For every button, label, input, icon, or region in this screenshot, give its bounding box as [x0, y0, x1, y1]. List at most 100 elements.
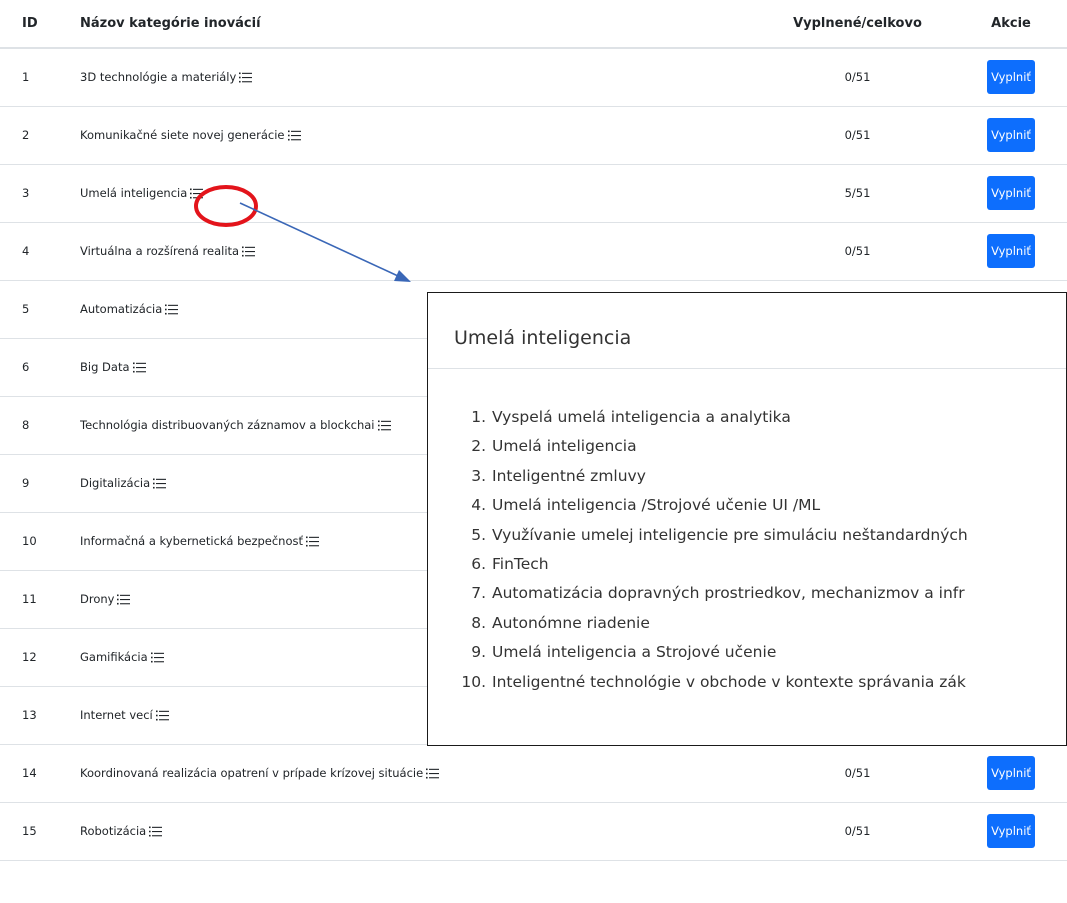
table-row: 1 3D technológie a materiály 0/51 Vyplniť: [0, 48, 1067, 107]
row-actions: Vyplniť: [955, 164, 1067, 223]
category-name-text: Komunikačné siete novej generácie: [80, 128, 285, 142]
header-actions: Akcie: [955, 0, 1067, 49]
row-category-name: Komunikačné siete novej generácie: [80, 106, 760, 165]
subcategory-number: 3.: [471, 466, 486, 485]
fill-button[interactable]: Vyplniť: [987, 814, 1035, 848]
subcategory-number: 4.: [471, 496, 486, 515]
list-icon[interactable]: [377, 420, 391, 431]
subcategory-item: 9. Umelá inteligencia a Strojové učenie: [428, 638, 968, 667]
header-id: ID: [0, 0, 80, 49]
list-icon[interactable]: [190, 188, 204, 199]
fill-button[interactable]: Vyplniť: [987, 60, 1035, 95]
row-category-name: 3D technológie a materiály: [80, 48, 760, 107]
category-name-text: Robotizácia: [80, 824, 147, 838]
category-name-text: Drony: [80, 592, 115, 606]
popup-title: Umelá inteligencia: [454, 327, 632, 349]
row-id: 14: [0, 744, 80, 803]
subcategory-item: 4. Umelá inteligencia /Strojové učenie UI…: [428, 491, 968, 520]
category-name-text: Digitalizácia: [80, 476, 151, 490]
fill-button[interactable]: Vyplniť: [987, 756, 1035, 790]
subcategory-text: Umelá inteligencia a Strojové učenie: [492, 643, 777, 662]
category-name-text: 3D technológie a materiály: [80, 70, 237, 85]
row-id: 3: [0, 164, 80, 223]
fill-button[interactable]: Vyplniť: [987, 234, 1035, 268]
list-icon[interactable]: [239, 72, 253, 83]
row-id: 1: [0, 48, 80, 107]
header-category-name: Názov kategórie inovácií: [80, 0, 760, 49]
row-filled-total: 0/51: [760, 106, 955, 165]
list-icon[interactable]: [306, 536, 319, 547]
row-filled-total: 5/51: [760, 164, 955, 223]
category-name-text: Technológia distribuovaných záznamov a b…: [80, 418, 375, 432]
subcategory-text: Využívanie umelej inteligencie pre simul…: [492, 525, 968, 544]
row-actions: Vyplniť: [955, 802, 1067, 861]
table-row: 15 Robotizácia 0/51 Vyplniť: [0, 802, 1067, 861]
subcategory-number: 8.: [471, 613, 486, 632]
list-icon[interactable]: [242, 246, 256, 257]
table-header-row: ID Názov kategórie inovácií Vyplnené/cel…: [0, 0, 1067, 49]
list-icon[interactable]: [132, 362, 146, 373]
list-icon[interactable]: [426, 768, 440, 779]
row-id: 9: [0, 454, 80, 513]
table-row: 4 Virtuálna a rozšírená realita 0/51 Vyplni…: [0, 222, 1067, 281]
category-name-text: Internet vecí: [80, 708, 153, 722]
row-actions: Vyplniť: [955, 48, 1067, 107]
row-actions: Vyplniť: [955, 106, 1067, 165]
row-id: 8: [0, 396, 80, 455]
subcategory-text: FinTech: [492, 554, 549, 573]
list-icon[interactable]: [153, 478, 167, 489]
category-name-text: Informačná a kybernetická bezpečnosť: [80, 534, 303, 548]
subcategory-item: 3. Inteligentné zmluvy: [428, 462, 968, 491]
subcategory-number: 6.: [471, 554, 486, 573]
row-id: 6: [0, 338, 80, 397]
row-category-name: Koordinovaná realizácia opatrení v prípa…: [80, 744, 760, 803]
list-icon[interactable]: [165, 304, 179, 315]
table-row: 3 Umelá inteligencia 5/51 Vyplniť: [0, 164, 1067, 223]
subcategory-text: Vyspelá umelá inteligencia a analytika: [492, 408, 791, 426]
category-name-text: Koordinovaná realizácia opatrení v prípa…: [80, 766, 424, 780]
subcategory-number: 2.: [471, 437, 486, 456]
popup-divider: [428, 368, 1066, 369]
row-filled-total: 0/51: [760, 802, 955, 861]
subcategory-list: 1. Vyspelá umelá inteligencia a analytika…: [428, 403, 968, 697]
row-id: 12: [0, 628, 80, 687]
subcategory-text: Automatizácia dopravných prostriedkov, m…: [492, 584, 965, 603]
subcategory-item: 6. FinTech: [428, 550, 968, 579]
fill-button[interactable]: Vyplniť: [987, 118, 1035, 152]
subcategory-number: 5.: [471, 525, 486, 544]
category-name-text: Gamifikácia: [80, 650, 148, 664]
row-filled-total: 0/51: [760, 744, 955, 803]
category-name-text: Big Data: [80, 360, 130, 374]
row-category-name: Robotizácia: [80, 802, 760, 861]
fill-button[interactable]: Vyplniť: [987, 176, 1035, 210]
category-name-text: Automatizácia: [80, 302, 163, 316]
list-icon[interactable]: [287, 130, 301, 141]
list-icon[interactable]: [117, 594, 131, 605]
row-id: 10: [0, 512, 80, 571]
table-row: 14 Koordinovaná realizácia opatrení v prí…: [0, 744, 1067, 803]
subcategory-number: 1.: [471, 408, 486, 426]
subcategory-text: Autonómne riadenie: [492, 613, 650, 632]
subcategory-number: 7.: [471, 584, 486, 603]
subcategory-text: Umelá inteligencia: [492, 437, 637, 456]
row-id: 2: [0, 106, 80, 165]
row-filled-total: 0/51: [760, 48, 955, 107]
row-filled-total: 0/51: [760, 222, 955, 281]
subcategory-text: Umelá inteligencia /Strojové učenie UI /…: [492, 496, 821, 515]
subcategory-text: Inteligentné technológie v obchode v kon…: [492, 672, 966, 691]
table-row: 2 Komunikačné siete novej generácie 0/51 Vy…: [0, 106, 1067, 165]
list-icon[interactable]: [155, 710, 169, 721]
subcategory-number: 10.: [461, 672, 486, 691]
subcategory-item: 10. Inteligentné technológie v obchode v …: [428, 668, 968, 697]
subcategory-number: 9.: [471, 643, 486, 662]
row-category-name: Umelá inteligencia: [80, 164, 760, 223]
category-name-text: Virtuálna a rozšírená realita: [80, 244, 240, 258]
list-icon[interactable]: [149, 826, 163, 837]
row-actions: Vyplniť: [955, 222, 1067, 281]
subcategory-item: 7. Automatizácia dopravných prostriedkov,…: [428, 579, 968, 608]
subcategory-item: 8. Autonómne riadenie: [428, 609, 968, 638]
row-id: 11: [0, 570, 80, 629]
subcategory-item: 1. Vyspelá umelá inteligencia a analytika: [428, 403, 968, 432]
list-icon[interactable]: [150, 652, 164, 663]
subcategory-item: 2. Umelá inteligencia: [428, 432, 968, 461]
